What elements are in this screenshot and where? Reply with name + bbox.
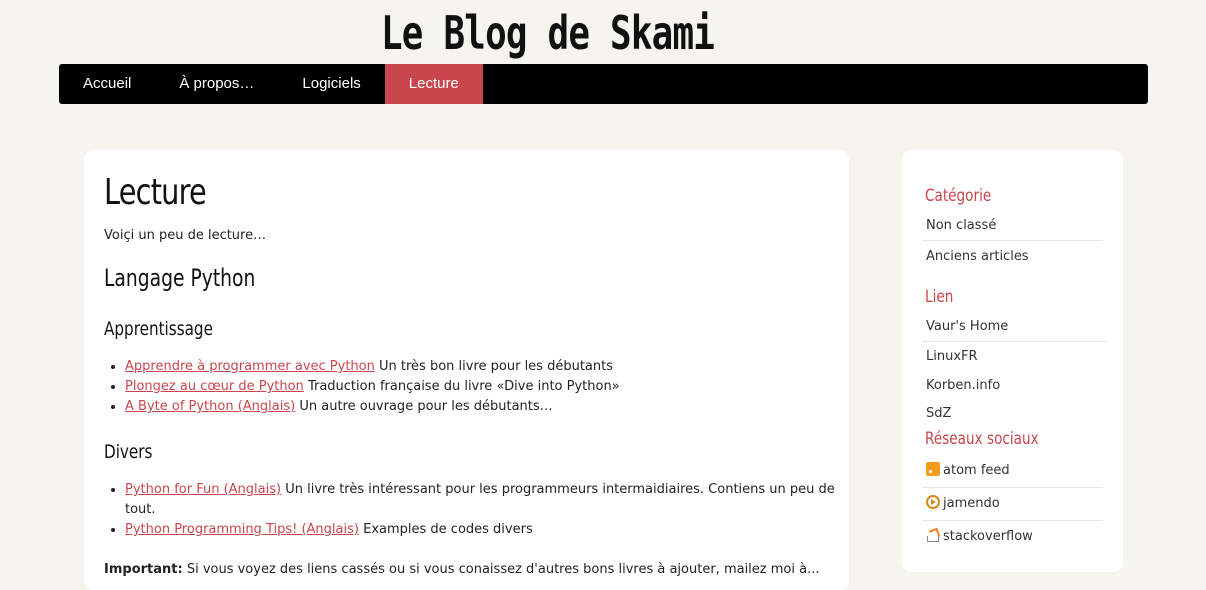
divider bbox=[922, 240, 1103, 241]
page-title: Lecture bbox=[104, 172, 207, 213]
book-link[interactable]: Python Programming Tips! (Anglais) bbox=[125, 522, 359, 537]
book-description: Un très bon livre pour les débutants bbox=[379, 359, 613, 374]
divider bbox=[922, 341, 1108, 342]
important-label: Important: bbox=[104, 562, 183, 577]
nav-item-lecture[interactable]: Lecture bbox=[384, 64, 483, 104]
book-description: Examples de codes divers bbox=[363, 522, 533, 537]
list-item: Python Programming Tips! (Anglais) Examp… bbox=[125, 520, 835, 540]
nav-item-a-propos[interactable]: À propos… bbox=[155, 64, 278, 104]
list-item: Plongez au cœur de Python Traduction fra… bbox=[125, 377, 835, 397]
sidebar-item-non-classe[interactable]: Non classé bbox=[922, 218, 1107, 233]
list-item: A Byte of Python (Anglais) Un autre ouvr… bbox=[125, 397, 835, 417]
widget-title-categorie: Catégorie bbox=[925, 186, 992, 206]
book-description: Traduction française du livre «Dive into… bbox=[307, 379, 620, 394]
divider bbox=[922, 520, 1103, 521]
apprentissage-list: Apprendre à programmer avec Python Un tr… bbox=[104, 357, 835, 417]
section-title: Langage Python bbox=[104, 264, 256, 292]
book-link[interactable]: Plongez au cœur de Python bbox=[125, 379, 304, 394]
jamendo-icon bbox=[926, 495, 940, 509]
book-link[interactable]: Apprendre à programmer avec Python bbox=[125, 359, 375, 374]
social-link-jamendo[interactable]: jamendo bbox=[922, 495, 1107, 511]
important-note: Important: Si vous voyez des liens cassé… bbox=[104, 562, 819, 577]
important-text: Si vous voyez des liens cassés ou si vou… bbox=[186, 562, 820, 577]
sidebar-link-korben[interactable]: Korben.info bbox=[922, 378, 1107, 393]
nav-item-accueil[interactable]: Accueil bbox=[59, 64, 155, 104]
intro-text: Voiçi un peu de lecture… bbox=[104, 228, 267, 243]
social-link-stackoverflow[interactable]: stackoverflow bbox=[922, 528, 1107, 544]
widget-title-lien: Lien bbox=[925, 287, 954, 307]
stackoverflow-icon bbox=[926, 528, 940, 542]
social-label: atom feed bbox=[943, 463, 1010, 478]
divers-list: Python for Fun (Anglais) Un livre très i… bbox=[104, 480, 835, 540]
social-link-atom-feed[interactable]: atom feed bbox=[922, 462, 1107, 478]
list-item: Apprendre à programmer avec Python Un tr… bbox=[125, 357, 835, 377]
rss-icon bbox=[926, 462, 940, 476]
nav-item-logiciels[interactable]: Logiciels bbox=[278, 64, 384, 104]
sidebar-link-linuxfr[interactable]: LinuxFR bbox=[922, 349, 1107, 364]
sidebar-item-anciens-articles[interactable]: Anciens articles bbox=[922, 249, 1107, 264]
subsection-title-divers: Divers bbox=[104, 441, 153, 463]
divider bbox=[922, 487, 1103, 488]
widget-title-reseaux-sociaux: Réseaux sociaux bbox=[925, 429, 1039, 449]
social-label: jamendo bbox=[943, 496, 1000, 511]
sidebar-link-sdz[interactable]: SdZ bbox=[922, 406, 1107, 421]
book-link[interactable]: Python for Fun (Anglais) bbox=[125, 482, 281, 497]
social-label: stackoverflow bbox=[943, 529, 1033, 544]
list-item: Python for Fun (Anglais) Un livre très i… bbox=[125, 480, 835, 520]
site-title[interactable]: Le Blog de Skami bbox=[120, 6, 975, 60]
main-nav: Accueil À propos… Logiciels Lecture bbox=[59, 64, 1148, 104]
subsection-title-apprentissage: Apprentissage bbox=[104, 318, 213, 340]
book-link[interactable]: A Byte of Python (Anglais) bbox=[125, 399, 295, 414]
book-description: Un autre ouvrage pour les débutants… bbox=[299, 399, 553, 414]
sidebar-link-vaurs-home[interactable]: Vaur's Home bbox=[922, 319, 1107, 334]
